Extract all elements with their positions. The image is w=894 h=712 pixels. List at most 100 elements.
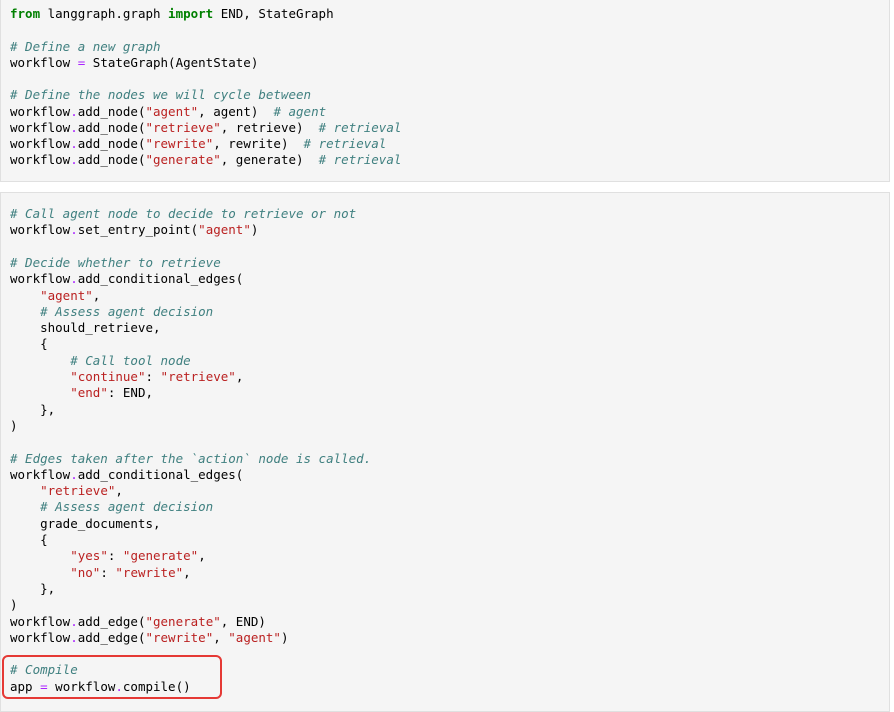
code-token: add_node( <box>77 103 146 119</box>
code-token: : END, <box>107 385 154 401</box>
code-token: ) <box>10 417 18 433</box>
code-token: # Assess agent decision <box>40 499 214 515</box>
code-token: should_retrieve, <box>10 320 161 336</box>
code-line: workflow.add_conditional_edges( <box>10 467 243 483</box>
code-token: "no" <box>70 564 101 580</box>
code-token: , retrieve) <box>220 119 319 135</box>
code-token: "generate" <box>145 152 221 168</box>
code-token: # Edges taken after the `action` node is… <box>10 450 372 466</box>
code-token: workflow <box>10 152 71 168</box>
code-token: "end" <box>70 385 108 401</box>
code-token: END, StateGraph <box>213 6 334 21</box>
code-token: , generate) <box>220 152 319 168</box>
code-line: workflow.add_node("generate", generate) … <box>10 152 401 168</box>
code-token: . <box>70 136 78 151</box>
code-token: # retrieval <box>318 152 402 168</box>
code-token: }, <box>10 401 56 417</box>
code-token: "agent" <box>198 222 251 238</box>
code-token: add_edge( <box>77 629 146 645</box>
code-token: "rewrite" <box>115 564 184 580</box>
code-token: # agent <box>273 103 327 119</box>
code-line: workflow = StateGraph(AgentState) <box>10 55 258 71</box>
code-token: import <box>168 6 214 21</box>
code-token: , <box>92 287 101 303</box>
code-token: "retrieve" <box>160 369 236 384</box>
code-line: # Call tool node <box>10 352 191 369</box>
code-line: workflow.add_edge("rewrite", "agent") <box>10 630 289 646</box>
code-token: "agent" <box>145 103 199 119</box>
code-cell-1[interactable]: from langgraph.graph import END, StateGr… <box>0 0 890 182</box>
code-line: "no": "rewrite", <box>10 564 191 581</box>
code-token: . <box>70 119 78 135</box>
code-token: from <box>10 6 41 21</box>
code-token: ) <box>10 597 18 613</box>
code-token: # retrieval <box>303 136 387 151</box>
code-line: # Define a new graph <box>10 39 161 55</box>
code-token: : <box>145 369 161 384</box>
code-line: from langgraph.graph import END, StateGr… <box>10 6 334 22</box>
code-line: # Assess agent decision <box>10 304 213 320</box>
code-line: # Define the nodes we will cycle between <box>10 87 311 103</box>
code-token: workflow <box>10 629 71 645</box>
code-token: , END) <box>220 613 266 629</box>
code-token: # Assess agent decision <box>40 303 214 319</box>
code-line: workflow.add_edge("generate", END) <box>10 614 266 630</box>
code-token: }, <box>10 580 56 596</box>
code-line: ) <box>10 418 18 434</box>
code-token: "continue" <box>70 369 146 384</box>
code-token: : <box>100 564 116 580</box>
code-token: # Call agent node to decide to retrieve … <box>10 206 357 221</box>
code-token: "rewrite" <box>145 136 214 151</box>
code-line: { <box>10 336 48 352</box>
code-token: set_entry_point( <box>77 222 199 238</box>
code-token: workflow <box>10 271 71 287</box>
code-token: { <box>10 532 48 547</box>
code-token: add_node( <box>77 152 146 168</box>
code-line: workflow.add_conditional_edges( <box>10 271 243 287</box>
code-token: . <box>70 466 78 482</box>
code-line: ) <box>10 597 18 613</box>
code-line: "yes": "generate", <box>10 548 206 564</box>
code-token: # Decide whether to retrieve <box>10 254 221 270</box>
code-token: "yes" <box>70 548 108 564</box>
code-token: # Define the nodes we will cycle between <box>10 87 312 103</box>
code-token: add_node( <box>77 119 146 135</box>
code-token: . <box>70 613 78 629</box>
code-token: workflow <box>10 222 71 238</box>
code-line: workflow.add_node("rewrite", rewrite) # … <box>10 136 386 152</box>
code-token: , <box>183 564 191 580</box>
code-line: "retrieve", <box>10 483 123 499</box>
code-token: . <box>70 271 78 287</box>
code-token: "generate" <box>145 613 221 629</box>
code-token: add_conditional_edges( <box>77 466 244 482</box>
compile-highlight-box <box>2 655 222 699</box>
code-token: , <box>115 483 123 499</box>
code-line: workflow.add_node("retrieve", retrieve) … <box>10 120 401 136</box>
code-token: . <box>70 103 78 119</box>
code-token: "agent" <box>228 629 281 645</box>
code-token: # Call tool node <box>70 352 191 368</box>
code-token: workflow <box>10 613 71 629</box>
code-cell-2[interactable]: # Call agent node to decide to retrieve … <box>0 192 890 712</box>
code-token: add_edge( <box>77 613 146 629</box>
code-line: grade_documents, <box>10 516 160 532</box>
code-line: # Edges taken after the `action` node is… <box>10 451 371 467</box>
code-token: , <box>213 629 229 645</box>
code-line: { <box>10 532 48 548</box>
code-token: workflow <box>10 119 71 135</box>
code-token: ) <box>280 629 289 645</box>
code-line: should_retrieve, <box>10 320 161 336</box>
code-token: "generate" <box>122 548 199 564</box>
code-token: langgraph.graph <box>40 6 169 21</box>
code-token: add_node( <box>77 136 146 151</box>
code-line: "continue": "retrieve", <box>10 369 243 385</box>
code-token: workflow <box>10 103 71 119</box>
code-token: workflow <box>10 136 71 151</box>
code-token: add_conditional_edges( <box>77 271 244 287</box>
